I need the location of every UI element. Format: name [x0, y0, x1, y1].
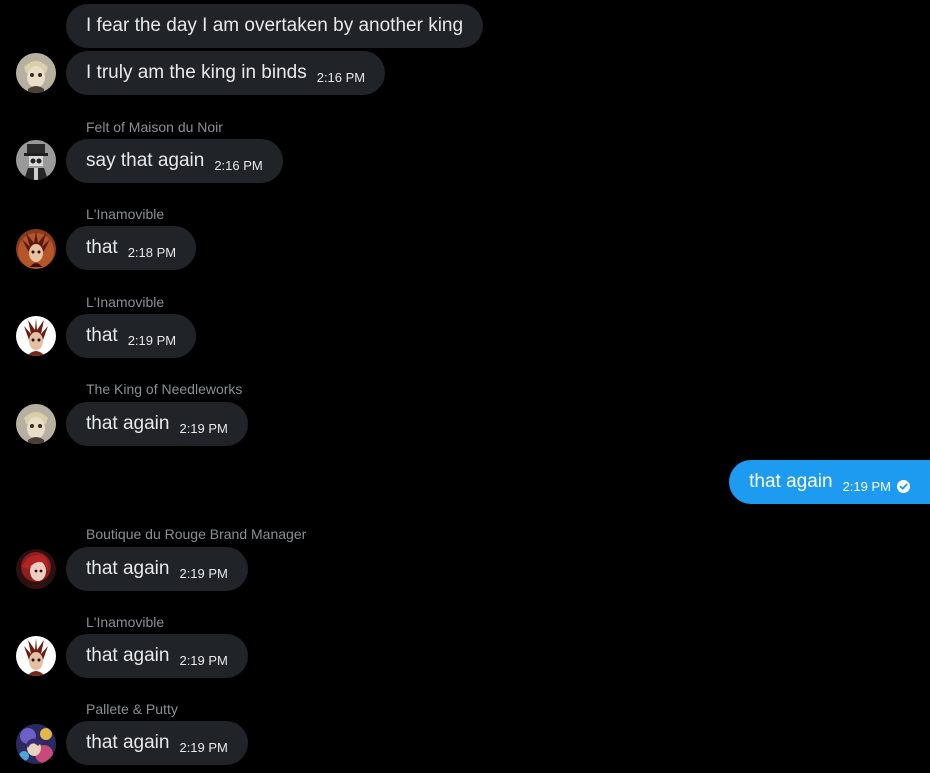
message-text: I fear the day I am overtaken by another… [86, 15, 464, 36]
chat-thread: I fear the day I am overtaken by another… [0, 0, 930, 773]
message-bubble[interactable]: say that again 2:16 PM [66, 139, 283, 183]
sender-name[interactable]: The King of Needleworks [86, 381, 242, 397]
rouge-avatar[interactable] [16, 549, 56, 589]
check-circle-icon [897, 479, 910, 493]
king-avatar[interactable] [16, 53, 56, 93]
pallete-avatar[interactable] [16, 724, 56, 764]
message-bubble[interactable]: that 2:19 PM [66, 314, 197, 358]
message-timestamp: 2:16 PM [316, 69, 366, 85]
inamovible-avatar-white[interactable] [16, 636, 56, 676]
sender-name[interactable]: Felt of Maison du Noir [86, 119, 223, 135]
message-timestamp: 2:19 PM [179, 652, 228, 668]
message-bubble[interactable]: that again 2:19 PM [66, 547, 248, 591]
inamovible-avatar-white[interactable] [16, 316, 56, 356]
message-bubble[interactable]: I truly am the king in binds 2:16 PM [66, 51, 386, 95]
message-text: that again [86, 645, 170, 666]
message-text: that again [86, 558, 170, 579]
message-text: say that again [86, 150, 205, 171]
message-timestamp: 2:19 PM [842, 478, 891, 494]
message-text: that [86, 325, 118, 346]
felt-avatar[interactable] [16, 140, 56, 180]
message-text: that again [86, 413, 170, 434]
inamovible-avatar-orange[interactable] [16, 229, 56, 269]
message-bubble[interactable]: I fear the day I am overtaken by another… [66, 4, 484, 48]
message-text: that [86, 237, 118, 258]
message-timestamp: 2:19 PM [179, 739, 228, 755]
message-timestamp: 2:19 PM [179, 420, 228, 436]
message-timestamp: 2:18 PM [127, 244, 177, 260]
message-bubble[interactable]: that again 2:19 PM [66, 634, 248, 678]
message-text: I truly am the king in binds [86, 62, 307, 83]
sender-name[interactable]: L'Inamovible [86, 614, 164, 630]
message-timestamp: 2:16 PM [214, 157, 263, 173]
outgoing-message-bubble[interactable]: that again 2:19 PM [729, 460, 930, 504]
message-bubble[interactable]: that 2:18 PM [66, 226, 197, 270]
message-text: that again [86, 732, 170, 753]
message-bubble[interactable]: that again 2:19 PM [66, 402, 248, 446]
message-timestamp: 2:19 PM [179, 565, 228, 581]
message-timestamp: 2:19 PM [127, 332, 177, 348]
message-text: that again [749, 471, 833, 492]
sender-name[interactable]: Pallete & Putty [86, 701, 178, 717]
sender-name[interactable]: L'Inamovible [86, 294, 164, 310]
king-avatar[interactable] [16, 404, 56, 444]
message-bubble[interactable]: that again 2:19 PM [66, 721, 248, 765]
sender-name[interactable]: Boutique du Rouge Brand Manager [86, 526, 306, 542]
sender-name[interactable]: L'Inamovible [86, 206, 164, 222]
